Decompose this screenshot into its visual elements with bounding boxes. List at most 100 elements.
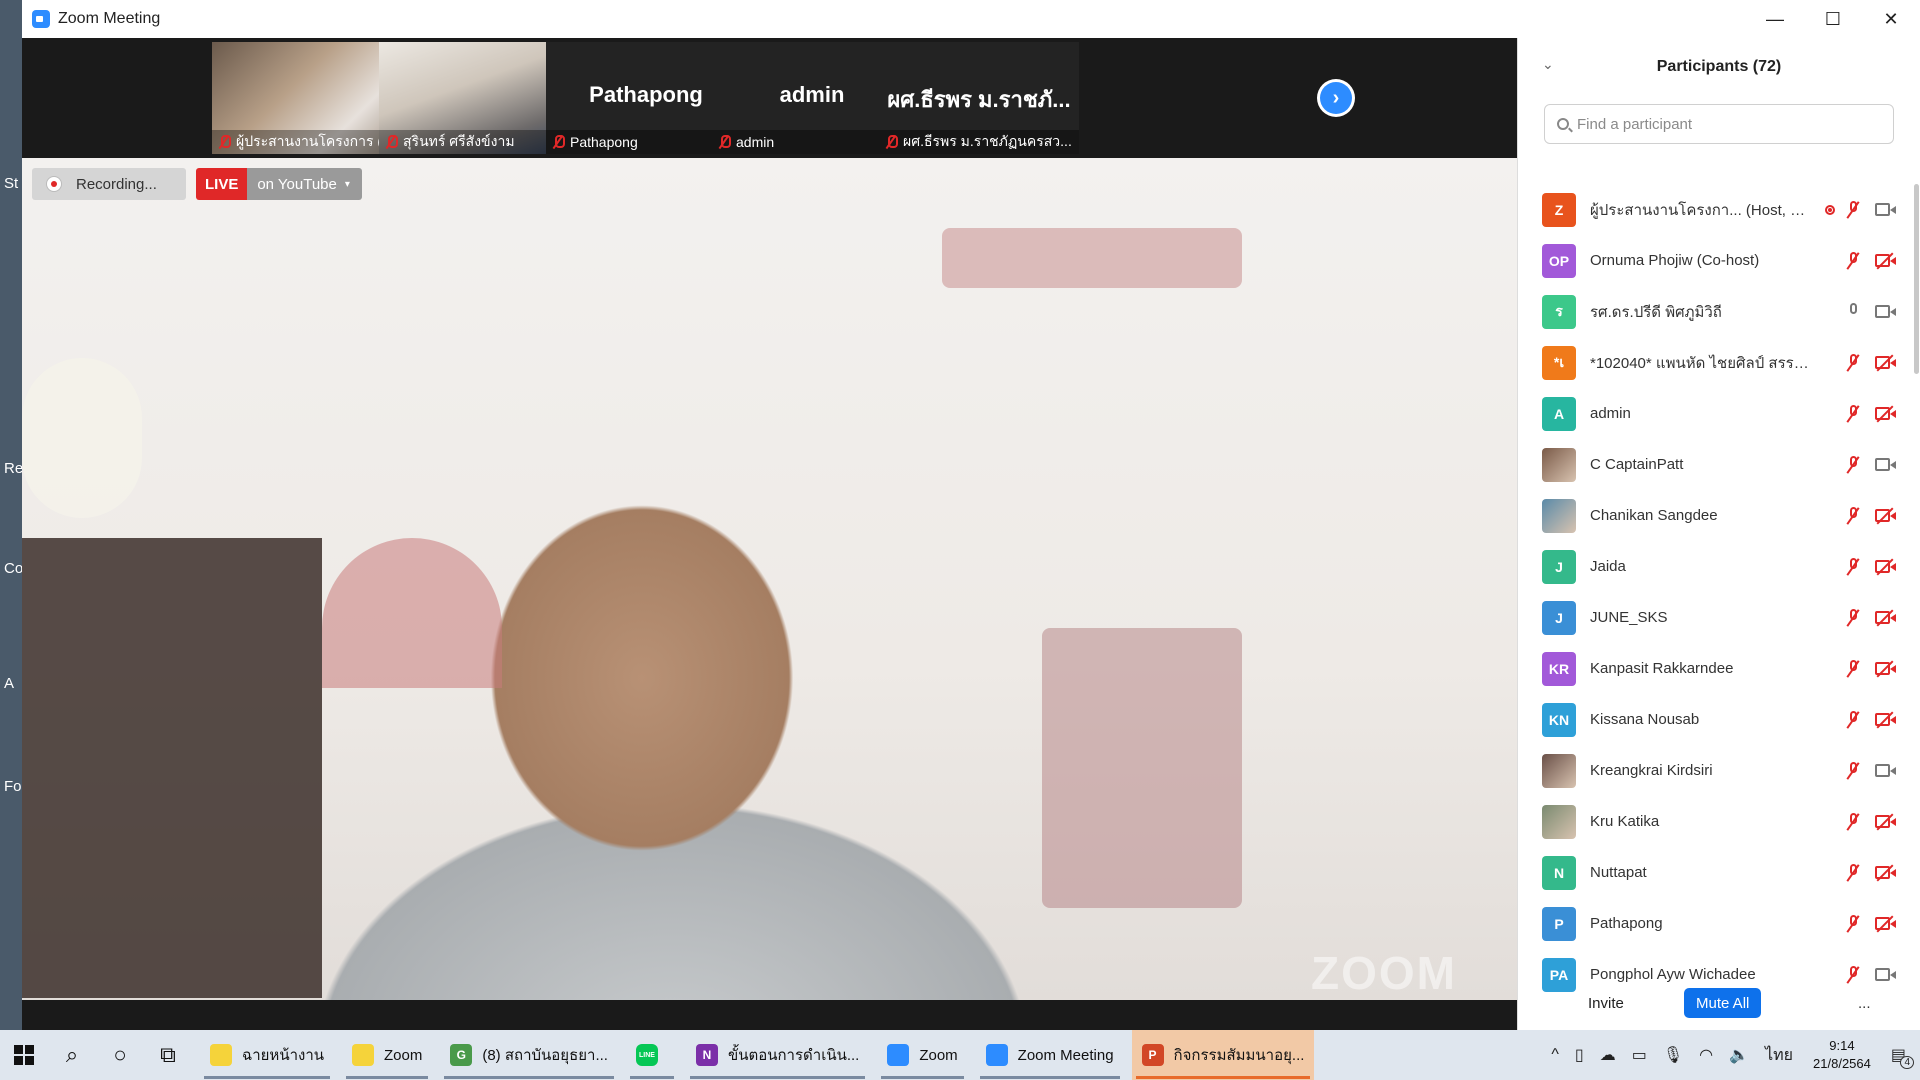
video-camera-off-icon bbox=[1875, 354, 1897, 372]
mute-all-button[interactable]: Mute All bbox=[1684, 988, 1762, 1018]
taskbar-app-button[interactable]: G (8) สถาบันอยุธยา... bbox=[440, 1030, 618, 1080]
avatar: J bbox=[1542, 549, 1576, 584]
microphone-muted-icon bbox=[1846, 609, 1860, 627]
show-hidden-icons-chevron-icon[interactable]: ^ bbox=[1551, 1046, 1559, 1064]
participant-name: Ornuma Phojiw (Co-host) bbox=[1590, 252, 1760, 269]
participant-row[interactable]: Kru Katika bbox=[1518, 796, 1920, 847]
search-button[interactable]: ⌕ bbox=[48, 1030, 96, 1080]
collapse-icon[interactable]: ⌄ bbox=[1542, 56, 1554, 73]
app-icon bbox=[887, 1044, 910, 1066]
app-label: (8) สถาบันอยุธยา... bbox=[482, 1047, 608, 1064]
thumbnail-name: สุรินทร์ ศรีสังข์งาม bbox=[403, 133, 515, 149]
maximize-icon: ☐ bbox=[1824, 8, 1842, 29]
microphone-icon[interactable]: 🎙 bbox=[1663, 1045, 1683, 1065]
desktop-icon-label: St bbox=[4, 175, 19, 192]
participant-list-scrollbar[interactable] bbox=[1914, 184, 1919, 374]
participant-row[interactable]: ร รศ.ดร.ปรีดี พิศภูมิวิถี bbox=[1518, 286, 1920, 337]
microphone-icon bbox=[1846, 303, 1860, 321]
participant-row[interactable]: Kreangkrai Kirdsiri bbox=[1518, 745, 1920, 796]
participant-row[interactable]: N Nuttapat bbox=[1518, 847, 1920, 898]
live-target-label: on YouTube bbox=[257, 175, 337, 193]
video-thumbnail[interactable]: ผศ.ธีรพร ม.ราชภั... ผศ.ธีรพร ม.ราชภัฏนครส… bbox=[879, 42, 1079, 154]
video-camera-off-icon bbox=[1875, 711, 1897, 729]
taskbar-app-button[interactable]: P กิจกรรมสัมมนาอยุ... bbox=[1131, 1030, 1315, 1080]
app-icon: G bbox=[450, 1044, 473, 1066]
participant-row[interactable]: J Jaida bbox=[1518, 541, 1920, 592]
app-label: Zoom bbox=[919, 1046, 958, 1064]
recording-label: Recording... bbox=[76, 175, 157, 193]
recording-indicator[interactable]: Recording... bbox=[32, 168, 186, 200]
participant-name: Kru Katika bbox=[1590, 813, 1660, 830]
microphone-muted-icon bbox=[1846, 558, 1860, 576]
clock[interactable]: 9:14 21/8/2564 bbox=[1813, 1037, 1871, 1073]
video-camera-off-icon bbox=[1875, 915, 1897, 933]
more-options-button[interactable]: ... bbox=[1858, 995, 1871, 1012]
microphone-muted-icon bbox=[1846, 507, 1860, 525]
participant-row[interactable]: Chanikan Sangdee bbox=[1518, 490, 1920, 541]
thumbnail-caption: ผศ.ธีรพร ม.ราชภัฏนครสว... bbox=[879, 130, 1079, 154]
next-page-button[interactable]: › bbox=[1317, 79, 1355, 117]
onedrive-cloud-icon[interactable]: ☁ bbox=[1600, 1045, 1616, 1065]
thumbnail-name: admin bbox=[736, 134, 775, 150]
participant-name: รศ.ดร.ปรีดี พิศภูมิวิถี bbox=[1590, 303, 1722, 321]
wifi-icon[interactable]: ◠ bbox=[1699, 1045, 1713, 1065]
input-language[interactable]: ไทย bbox=[1765, 1043, 1793, 1068]
battery-icon[interactable]: ▭ bbox=[1632, 1045, 1647, 1065]
mic-muted-icon bbox=[385, 135, 398, 149]
caret-down-icon: ▾ bbox=[344, 178, 350, 190]
live-stream-indicator[interactable]: LIVE on YouTube ▾ bbox=[196, 168, 362, 200]
participant-row[interactable]: KN Kissana Nousab bbox=[1518, 694, 1920, 745]
furniture bbox=[22, 538, 322, 998]
participant-name: JUNE_SKS bbox=[1590, 609, 1668, 626]
participant-row[interactable]: J JUNE_SKS bbox=[1518, 592, 1920, 643]
taskbar-app-button[interactable]: Zoom Meeting bbox=[976, 1030, 1124, 1080]
taskbar-app-button[interactable]: LINE bbox=[626, 1030, 678, 1080]
taskbar-app-button[interactable]: N ขั้นตอนการดำเนิน... bbox=[686, 1030, 869, 1080]
app-label: Zoom bbox=[384, 1046, 423, 1064]
start-button[interactable] bbox=[0, 1030, 48, 1080]
volume-icon[interactable]: 🔈 bbox=[1729, 1045, 1749, 1065]
flower-vase bbox=[22, 358, 142, 518]
taskbar-app-button[interactable]: Zoom bbox=[877, 1030, 967, 1080]
minimize-icon: — bbox=[1766, 8, 1784, 29]
cortana-button[interactable]: ○ bbox=[96, 1030, 144, 1080]
participant-name: Jaida bbox=[1590, 558, 1626, 575]
taskbar-app-button[interactable]: Zoom bbox=[342, 1030, 432, 1080]
participant-name: Kanpasit Rakkarndee bbox=[1590, 660, 1734, 677]
participant-name: ผู้ประสานงานโครงกา... (Host, me) bbox=[1590, 201, 1815, 219]
desktop-left-edge: St Re Co A For bbox=[0, 0, 27, 1030]
live-target-dropdown[interactable]: on YouTube ▾ bbox=[247, 168, 362, 200]
participants-header: ⌄ Participants (72) bbox=[1518, 38, 1920, 96]
microphone-muted-icon bbox=[1846, 864, 1860, 882]
notification-center-icon[interactable]: ▤ 4 bbox=[1891, 1045, 1914, 1069]
app-label: ฉายหน้างาน bbox=[242, 1047, 324, 1064]
participant-name: Pathapong bbox=[1590, 915, 1663, 932]
participant-row[interactable]: Z ผู้ประสานงานโครงกา... (Host, me) bbox=[1518, 184, 1920, 235]
participant-row[interactable]: *เ *102040* แพนหัด ไชยศิลป์ สรรพวิทย... bbox=[1518, 337, 1920, 388]
minimize-button[interactable]: — bbox=[1746, 0, 1804, 38]
wall-mural bbox=[942, 228, 1242, 288]
desktop-icon-label: A bbox=[4, 675, 15, 692]
task-view-button[interactable]: ⧉ bbox=[144, 1030, 192, 1080]
participant-search-input[interactable] bbox=[1577, 115, 1877, 133]
participant-row[interactable]: P Pathapong bbox=[1518, 898, 1920, 949]
participant-name: *102040* แพนหัด ไชยศิลป์ สรรพวิทย... bbox=[1590, 354, 1815, 372]
video-camera-off-icon bbox=[1875, 405, 1897, 423]
video-camera-icon bbox=[1875, 305, 1897, 319]
avatar bbox=[1542, 804, 1576, 839]
taskbar-app-button[interactable]: ฉายหน้างาน bbox=[200, 1030, 334, 1080]
participant-row[interactable]: KR Kanpasit Rakkarndee bbox=[1518, 643, 1920, 694]
participant-search[interactable] bbox=[1544, 104, 1894, 144]
participant-row[interactable]: C CaptainPatt bbox=[1518, 439, 1920, 490]
participant-row[interactable]: OP Ornuma Phojiw (Co-host) bbox=[1518, 235, 1920, 286]
invite-button[interactable]: Invite bbox=[1588, 995, 1624, 1012]
window-title: Zoom Meeting bbox=[58, 10, 161, 27]
device-icon[interactable]: ▯ bbox=[1575, 1045, 1584, 1065]
maximize-button[interactable]: ☐ bbox=[1804, 0, 1862, 38]
thumbnail-name: ผศ.ธีรพร ม.ราชภัฏนครสว... bbox=[903, 133, 1072, 149]
participants-title: Participants (72) bbox=[1656, 58, 1782, 75]
participant-row[interactable]: Aadmin bbox=[1518, 388, 1920, 439]
close-button[interactable]: ✕ bbox=[1862, 0, 1920, 38]
avatar: *เ bbox=[1542, 345, 1576, 380]
app-icon: P bbox=[1141, 1044, 1164, 1066]
